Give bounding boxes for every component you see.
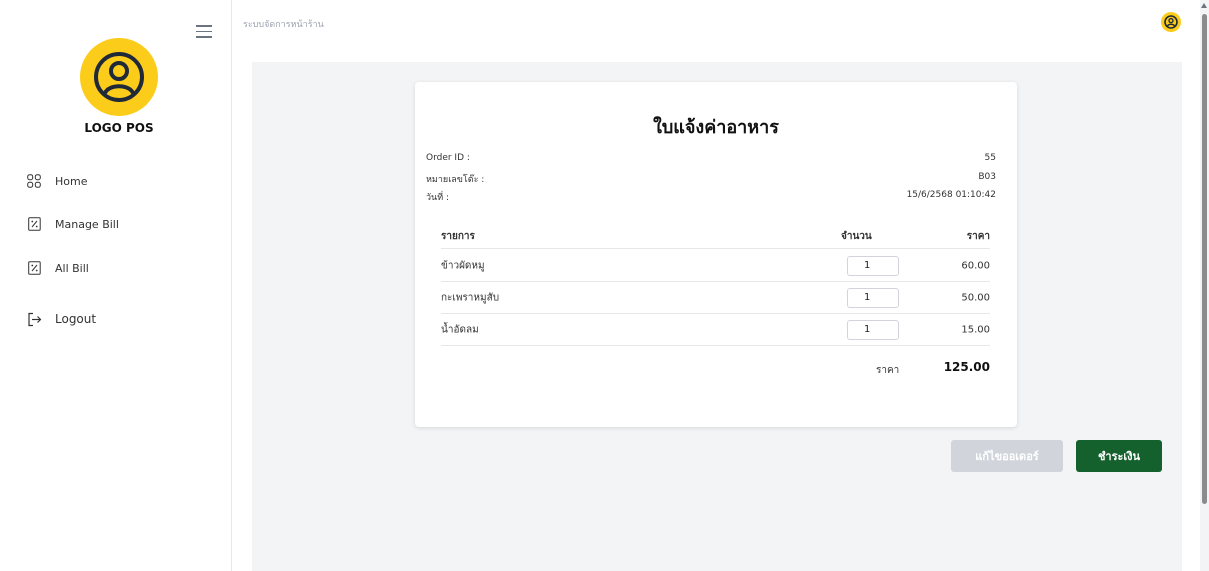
user-avatar-icon[interactable] bbox=[1161, 12, 1181, 32]
sidebar-item-label: All Bill bbox=[55, 261, 89, 275]
table-number-value: B03 bbox=[978, 172, 996, 182]
receipt-icon bbox=[26, 216, 42, 232]
total-value: 125.00 bbox=[943, 360, 990, 374]
date-row: วันที่ : 15/6/2568 01:10:42 bbox=[426, 190, 996, 204]
app-title: ระบบจัดการหน้าร้าน bbox=[243, 20, 324, 30]
item-price: 60.00 bbox=[961, 260, 990, 271]
scroll-up-arrow-icon[interactable] bbox=[1201, 3, 1207, 8]
item-name: ข้าวผัดหมู bbox=[441, 260, 485, 271]
sidebar-item-home[interactable]: Home bbox=[26, 173, 87, 189]
receipt-card: ใบแจ้งค่าอาหาร Order ID : 55 หมายเลขโต๊ะ… bbox=[415, 82, 1017, 427]
scrollbar-thumb[interactable] bbox=[1202, 14, 1207, 504]
column-header-item: รายการ bbox=[441, 231, 475, 242]
table-number-label: หมายเลขโต๊ะ : bbox=[426, 175, 485, 185]
quantity-input[interactable]: 1 bbox=[847, 287, 899, 308]
logo-text: LOGO POS bbox=[84, 121, 154, 135]
column-header-qty: จำนวน bbox=[841, 231, 872, 242]
quantity-input[interactable]: 1 bbox=[847, 255, 899, 276]
sidebar-item-manage-bill[interactable]: Manage Bill bbox=[26, 216, 119, 232]
top-bar: ระบบจัดการหน้าร้าน bbox=[233, 0, 1209, 48]
table-number-row: หมายเลขโต๊ะ : B03 bbox=[426, 172, 996, 186]
order-id-row: Order ID : 55 bbox=[426, 153, 996, 163]
table-row: น้ำอัดลม 1 15.00 bbox=[441, 314, 990, 346]
order-id-value: 55 bbox=[984, 153, 996, 163]
edit-order-button[interactable]: แก้ไขออเดอร์ bbox=[951, 440, 1063, 472]
table-row: กะเพราหมูสับ 1 50.00 bbox=[441, 282, 990, 314]
logo-avatar-icon bbox=[80, 38, 158, 116]
date-value: 15/6/2568 01:10:42 bbox=[906, 190, 996, 200]
item-name: น้ำอัดลม bbox=[441, 324, 479, 335]
hamburger-menu-icon[interactable] bbox=[196, 25, 212, 39]
vertical-scrollbar[interactable] bbox=[1200, 0, 1209, 571]
grid-icon bbox=[26, 173, 42, 189]
date-label: วันที่ : bbox=[426, 193, 450, 203]
sidebar: LOGO POS Home Manage Bill All Bill Logou… bbox=[0, 0, 232, 571]
sidebar-item-label: Manage Bill bbox=[55, 217, 119, 231]
column-header-price: ราคา bbox=[966, 231, 990, 242]
sidebar-item-label: Logout bbox=[55, 312, 97, 326]
receipt-title: ใบแจ้งค่าอาหาร bbox=[653, 117, 779, 138]
sidebar-item-label: Home bbox=[55, 174, 88, 188]
sidebar-item-logout[interactable]: Logout bbox=[26, 311, 96, 327]
quantity-input[interactable]: 1 bbox=[847, 319, 899, 340]
table-row: ข้าวผัดหมู 1 60.00 bbox=[441, 250, 990, 282]
item-price: 50.00 bbox=[961, 292, 990, 303]
logout-icon bbox=[26, 311, 42, 327]
table-header: รายการ จำนวน ราคา bbox=[441, 229, 990, 249]
pay-button[interactable]: ชำระเงิน bbox=[1076, 440, 1162, 472]
receipt-icon bbox=[26, 260, 42, 276]
sidebar-item-all-bill[interactable]: All Bill bbox=[26, 260, 89, 276]
item-price: 15.00 bbox=[961, 324, 990, 335]
item-name: กะเพราหมูสับ bbox=[441, 292, 500, 303]
total-label: ราคา bbox=[876, 365, 900, 376]
order-id-label: Order ID : bbox=[426, 153, 470, 163]
